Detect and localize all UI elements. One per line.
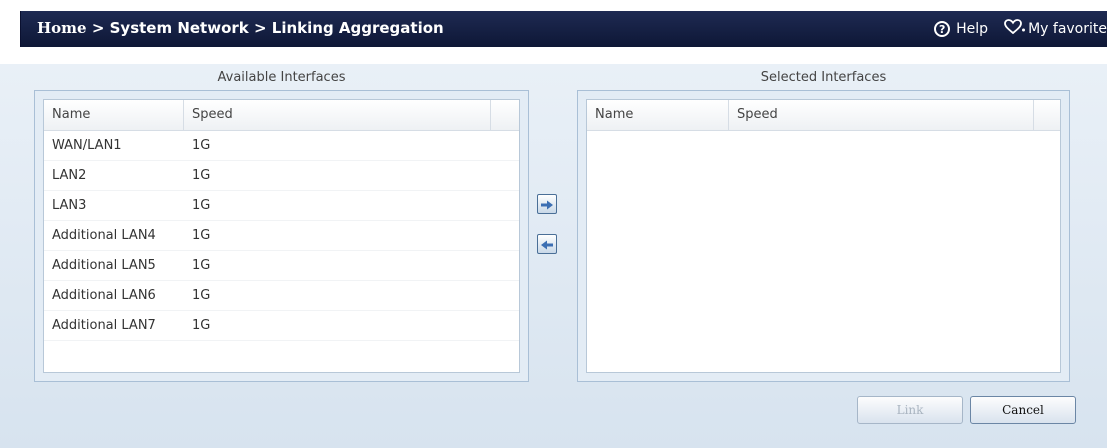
interface-name: Additional LAN5 [52, 258, 156, 273]
breadcrumb-section[interactable]: System Network [110, 19, 249, 37]
selected-interfaces-caption: Selected Interfaces [760, 70, 887, 85]
top-bar: Home > System Network > Linking Aggregat… [0, 0, 1107, 64]
column-header-speed[interactable]: Speed [184, 100, 491, 130]
table-row[interactable]: Additional LAN6 1G [44, 281, 519, 311]
arrow-left-icon [540, 235, 554, 254]
available-interfaces-table: Name Speed WAN/LAN1 1G LAN2 1G LAN3 1G A… [43, 99, 520, 373]
interface-name: LAN3 [52, 198, 87, 213]
table-row[interactable]: Additional LAN5 1G [44, 251, 519, 281]
interface-name: Additional LAN7 [52, 318, 156, 333]
question-circle-icon: ? [934, 21, 951, 37]
breadcrumb-separator: > [248, 19, 272, 37]
available-interfaces-panel: Name Speed WAN/LAN1 1G LAN2 1G LAN3 1G A… [34, 90, 529, 382]
content-area: Available Interfaces Name Speed WAN/LAN1… [0, 64, 1107, 448]
arrow-right-icon [540, 195, 554, 214]
table-row[interactable]: LAN2 1G [44, 161, 519, 191]
interface-speed: 1G [192, 138, 211, 153]
interface-speed: 1G [192, 198, 211, 213]
interface-speed: 1G [192, 228, 211, 243]
available-interfaces-rows: WAN/LAN1 1G LAN2 1G LAN3 1G Additional L… [44, 131, 519, 341]
breadcrumb-separator: > [86, 19, 110, 37]
table-header: Name Speed [44, 100, 519, 131]
interface-name: Additional LAN6 [52, 288, 156, 303]
favorite-link[interactable]: My favorite [1004, 19, 1107, 39]
column-header-name[interactable]: Name [44, 100, 184, 130]
interface-speed: 1G [192, 258, 211, 273]
interface-name: WAN/LAN1 [52, 138, 122, 153]
remove-interface-button[interactable] [537, 234, 557, 254]
link-button[interactable]: Link [857, 396, 963, 424]
cancel-button[interactable]: Cancel [970, 396, 1076, 424]
interface-name: Additional LAN4 [52, 228, 156, 243]
table-header: Name Speed [587, 100, 1060, 131]
column-header-name[interactable]: Name [587, 100, 729, 130]
column-header-filler [491, 100, 519, 130]
heart-plus-icon [1004, 19, 1026, 39]
table-row[interactable]: Additional LAN7 1G [44, 311, 519, 341]
column-header-speed[interactable]: Speed [729, 100, 1034, 130]
interface-name: LAN2 [52, 168, 87, 183]
table-row[interactable]: Additional LAN4 1G [44, 221, 519, 251]
top-actions: ? Help My favorite [934, 19, 1107, 39]
interface-speed: 1G [192, 288, 211, 303]
available-interfaces-caption: Available Interfaces [217, 70, 346, 85]
breadcrumb-home[interactable]: Home [37, 19, 87, 37]
selected-interfaces-table: Name Speed [586, 99, 1061, 373]
breadcrumb: Home > System Network > Linking Aggregat… [37, 19, 444, 37]
favorite-label: My favorite [1028, 21, 1107, 37]
add-interface-button[interactable] [537, 194, 557, 214]
title-bar: Home > System Network > Linking Aggregat… [20, 11, 1107, 47]
selected-interfaces-panel: Name Speed [577, 90, 1070, 382]
column-header-filler [1034, 100, 1060, 130]
table-row[interactable]: LAN3 1G [44, 191, 519, 221]
breadcrumb-current-page: Linking Aggregation [271, 19, 444, 37]
table-row[interactable]: WAN/LAN1 1G [44, 131, 519, 161]
help-label: Help [956, 21, 989, 37]
interface-speed: 1G [192, 318, 211, 333]
help-link[interactable]: ? Help [934, 21, 988, 37]
interface-speed: 1G [192, 168, 211, 183]
